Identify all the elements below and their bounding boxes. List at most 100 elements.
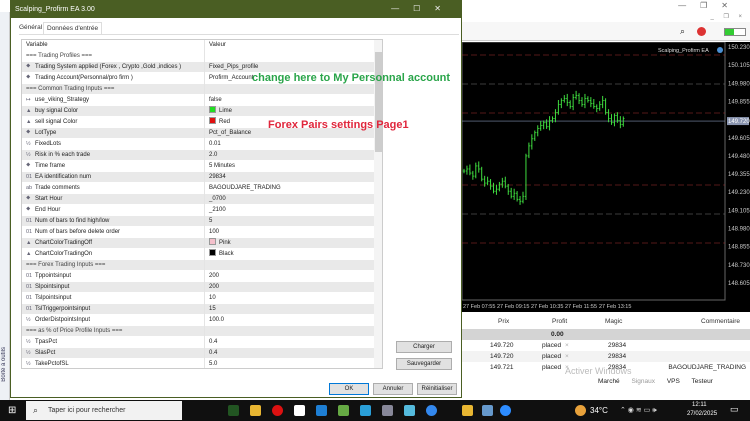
param-name-text: use_viking_Strategy	[35, 97, 90, 103]
param-row[interactable]: 01 Num of bars to find high/low 5	[22, 216, 374, 227]
save-button[interactable]: Sauvegarder	[396, 358, 452, 370]
param-value[interactable]: 200	[204, 282, 374, 293]
vscode-icon[interactable]	[316, 405, 327, 416]
scrollbar-thumb[interactable]	[375, 52, 382, 152]
windows-start-icon[interactable]: ⊞	[8, 405, 16, 416]
app-icon-green[interactable]	[338, 405, 349, 416]
search-icon[interactable]: ⌕	[680, 26, 685, 37]
tab-signals[interactable]: Signaux	[632, 378, 656, 385]
cancel-button[interactable]: Annuler	[373, 383, 413, 395]
param-row[interactable]: 01 TslTriggerpointsinput 15	[22, 304, 374, 315]
section-row[interactable]: === Trading Profiles ===	[22, 51, 374, 62]
param-row[interactable]: 01 Num of bars before delete order 100	[22, 227, 374, 238]
window-controls[interactable]: —❐✕	[678, 1, 742, 10]
tab-vps[interactable]: VPS	[667, 378, 680, 385]
param-value[interactable]: 200	[204, 271, 374, 282]
recorder-icon[interactable]	[272, 405, 283, 416]
param-row[interactable]: ½ TakePctofSL 5.0	[22, 359, 374, 368]
toolbox-label[interactable]: Boîte à outils	[1, 347, 7, 382]
param-row[interactable]: ½ Risk in % each trade 2.0	[22, 150, 374, 161]
trade-row[interactable]: 149.720 placed × 29834	[462, 351, 750, 362]
system-tray-icons[interactable]: ⌃ ◉ ≋ ▭ 🕪	[620, 406, 657, 415]
param-row[interactable]: ▲ buy signal Color Lime	[22, 106, 374, 117]
dialog-window-controls[interactable]: —☐✕	[391, 4, 455, 13]
param-value[interactable]: 10	[204, 293, 374, 304]
zoom-app-icon[interactable]	[500, 405, 511, 416]
tab-market[interactable]: Marché	[598, 378, 620, 385]
price-chart[interactable]: 150.230 150.105 149.980 149.855 149.720 149.6…	[461, 41, 750, 312]
param-value[interactable]: _0700	[204, 194, 374, 205]
app-icon-gray[interactable]	[382, 405, 393, 416]
param-value[interactable]	[204, 326, 374, 337]
tab-tester[interactable]: Testeur	[692, 378, 713, 385]
param-row[interactable]: ▲ ChartColorTradingOn Black	[22, 249, 374, 260]
chart-window-controls[interactable]: _ ❐ ×	[710, 13, 746, 20]
param-value[interactable]: 29834	[204, 172, 374, 183]
param-value[interactable]	[204, 51, 374, 62]
param-value[interactable]: BAGOUDJARE_TRADING	[204, 183, 374, 194]
param-row[interactable]: ⯁ Start Hour _0700	[22, 194, 374, 205]
close-icon[interactable]: ×	[565, 340, 569, 351]
param-row[interactable]: 01 Slpointsinput 200	[22, 282, 374, 293]
reset-button[interactable]: Réinitialiser	[417, 383, 457, 395]
notifications-icon[interactable]	[697, 27, 706, 36]
param-row[interactable]: ½ FixedLots 0.01	[22, 139, 374, 150]
section-row[interactable]: === Forex Trading Inputs ===	[22, 260, 374, 271]
param-row[interactable]: ▲ ChartColorTradingOff Pink	[22, 238, 374, 249]
param-row[interactable]: 01 Tslpointsinput 10	[22, 293, 374, 304]
param-value[interactable]	[204, 84, 374, 95]
param-row[interactable]: ½ TpasPct 0.4	[22, 337, 374, 348]
param-value[interactable]: 0.4	[204, 348, 374, 359]
header-value[interactable]: Valeur	[204, 40, 374, 51]
param-row[interactable]: ⯁ End Hour _2100	[22, 205, 374, 216]
param-value[interactable]: 0.4	[204, 337, 374, 348]
param-row[interactable]: ⯁ Time frame 5 Minutes	[22, 161, 374, 172]
col-profit[interactable]: Profit	[552, 318, 567, 325]
tab-inputs[interactable]: Données d'entrée	[43, 22, 103, 34]
param-row[interactable]: ½ OrderDistpointsInput 100.0	[22, 315, 374, 326]
col-magic[interactable]: Magic	[605, 318, 622, 325]
app-icon-mt[interactable]	[228, 405, 239, 416]
col-comment[interactable]: Commentaire	[701, 318, 740, 325]
app-icon-blue[interactable]	[426, 405, 437, 416]
col-price[interactable]: Prix	[498, 318, 509, 325]
param-row[interactable]: 01 EA identification num 29834	[22, 172, 374, 183]
header-variable[interactable]: Variable	[26, 40, 204, 51]
param-value[interactable]: 100.0	[204, 315, 374, 326]
close-icon[interactable]: ×	[565, 351, 569, 362]
telegram-icon[interactable]	[360, 405, 371, 416]
temperature[interactable]: 34°C	[590, 406, 608, 415]
param-value[interactable]: _2100	[204, 205, 374, 216]
ok-button[interactable]: OK	[329, 383, 369, 395]
file-explorer-icon[interactable]	[250, 405, 261, 416]
param-value[interactable]: 15	[204, 304, 374, 315]
param-value[interactable]: false	[204, 95, 374, 106]
param-row[interactable]: 01 Tppointsinput 200	[22, 271, 374, 282]
trade-row[interactable]: 149.720 placed × 29834	[462, 340, 750, 351]
notification-center-icon[interactable]: ▭	[730, 404, 739, 415]
param-value[interactable]: Pink	[204, 238, 374, 249]
taskbar-search[interactable]: ⌕ Taper ici pour rechercher	[26, 401, 182, 420]
param-row[interactable]: ab Trade comments BAGOUDJARE_TRADING	[22, 183, 374, 194]
section-row[interactable]: === Common Trading Inputs ===	[22, 84, 374, 95]
load-button[interactable]: Charger	[396, 341, 452, 353]
param-value[interactable]: 5 Minutes	[204, 161, 374, 172]
param-value[interactable]: 2.0	[204, 150, 374, 161]
app-icon-files[interactable]	[482, 405, 493, 416]
param-value[interactable]: 100	[204, 227, 374, 238]
tab-general[interactable]: Général	[16, 22, 45, 34]
clock-date[interactable]: 27/02/2025	[687, 411, 717, 417]
section-row[interactable]: === as % of Price Profile Inputs ===	[22, 326, 374, 337]
param-value[interactable]: Lime	[204, 106, 374, 117]
param-row[interactable]: ↦ use_viking_Strategy false	[22, 95, 374, 106]
clock-time[interactable]: 12:11	[692, 402, 707, 408]
calculator-icon[interactable]	[404, 405, 415, 416]
param-row[interactable]: ½ SlasPct 0.4	[22, 348, 374, 359]
param-value[interactable]: 0.01	[204, 139, 374, 150]
app-icon-yellow[interactable]	[462, 405, 473, 416]
param-value[interactable]: 5.0	[204, 359, 374, 368]
param-value[interactable]	[204, 260, 374, 271]
app-icon-d[interactable]	[294, 405, 305, 416]
param-value[interactable]: Black	[204, 249, 374, 260]
param-value[interactable]: 5	[204, 216, 374, 227]
